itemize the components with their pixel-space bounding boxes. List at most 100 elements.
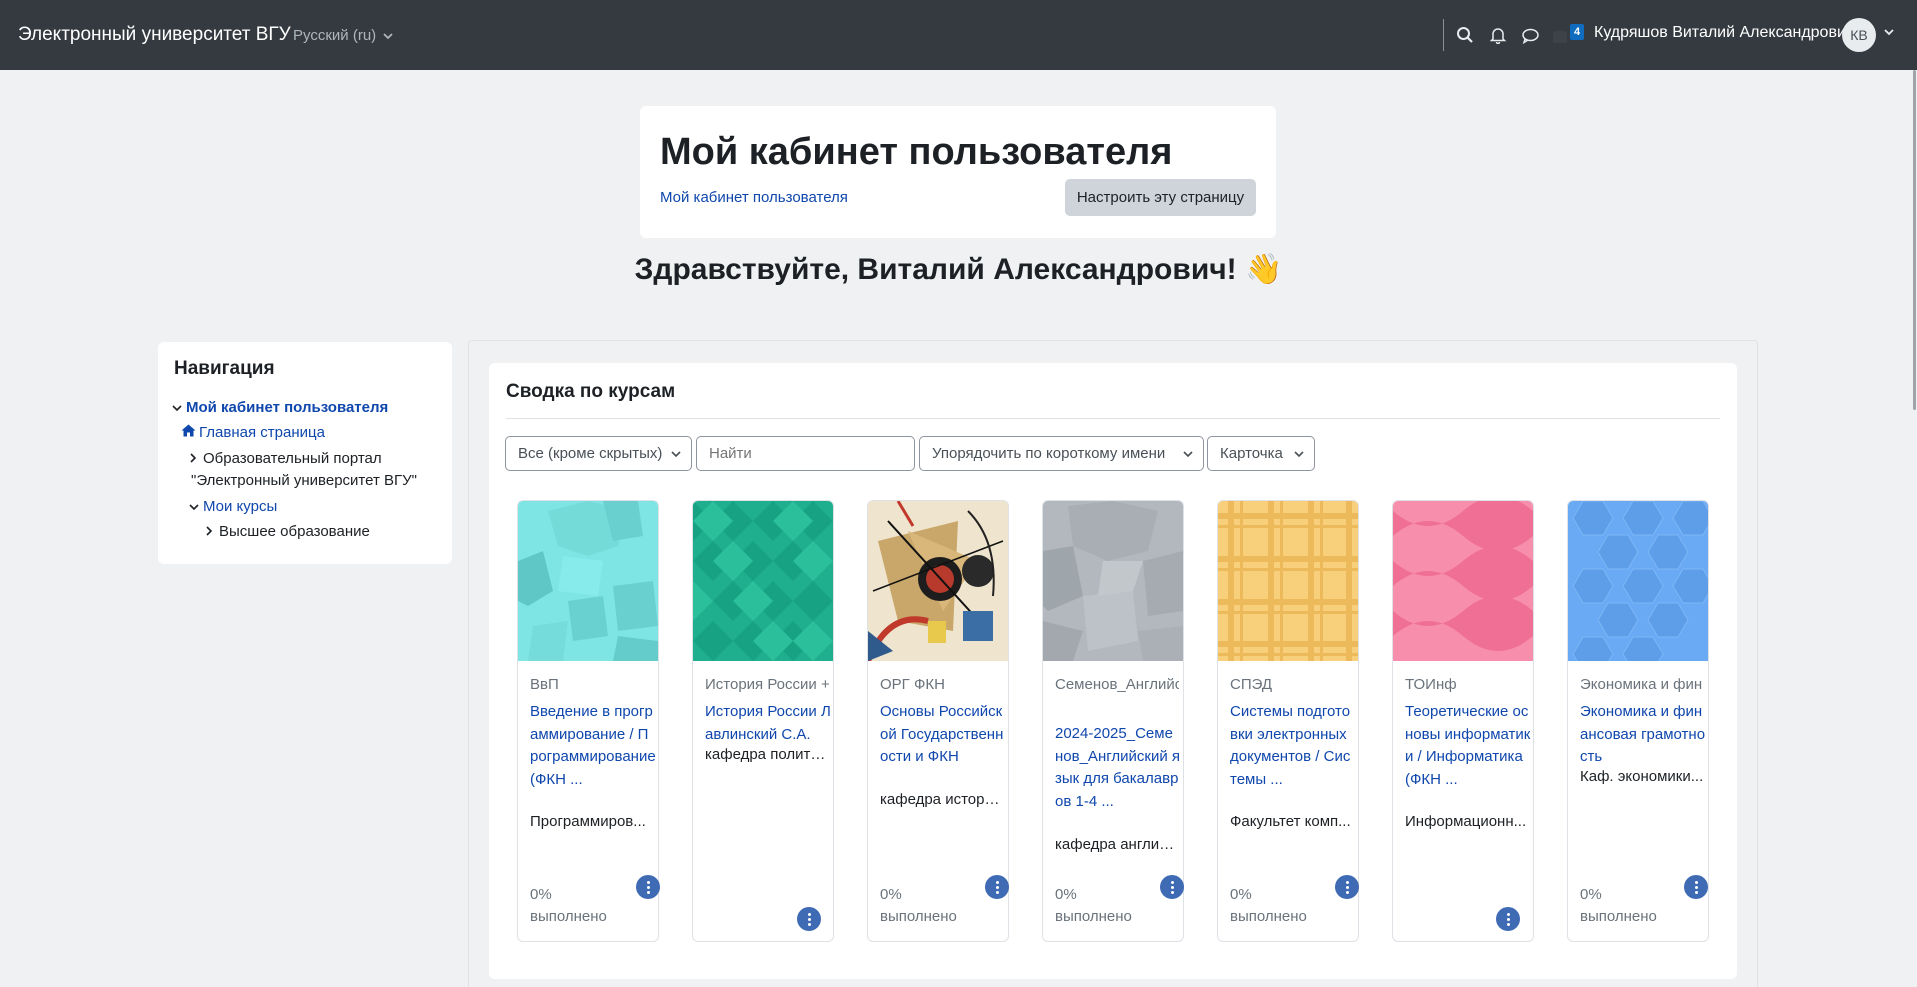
course-category: Семенов_Английс (1055, 676, 1179, 693)
nav-item-portal[interactable]: Образовательный портал (189, 450, 382, 467)
dropdown-label: Упорядочить по короткому имени (932, 445, 1166, 462)
course-image[interactable] (1043, 501, 1183, 661)
nav-item-label: Высшее образование (219, 523, 370, 540)
course-actions-menu-icon[interactable] (797, 907, 821, 931)
course-actions-menu-icon[interactable] (1496, 907, 1520, 931)
nav-item-label: Главная страница (199, 424, 325, 441)
site-brand[interactable]: Электронный университет ВГУ (18, 24, 291, 46)
nav-item-label: Образовательный портал (203, 450, 382, 467)
course-card[interactable]: ВвП Введение в программирование / Програ… (517, 500, 659, 942)
course-card[interactable]: ОРГ ФКН Основы Российской Государственно… (867, 500, 1009, 942)
course-department: кафедра англий... (1055, 836, 1179, 853)
course-progress-label: выполнено (880, 908, 957, 925)
avatar[interactable]: КВ (1842, 18, 1876, 52)
course-card[interactable]: История России + История России Лавлинск… (692, 500, 834, 942)
course-card[interactable]: Семенов_Английс 2024-2025_Семенов_Англий… (1042, 500, 1184, 942)
course-category: СПЭД (1230, 676, 1273, 693)
sort-dropdown[interactable]: Упорядочить по короткому имени (919, 436, 1204, 471)
greeting-heading: Здравствуйте, Виталий Александрович! 👋 (634, 253, 1283, 286)
course-overview-block: Сводка по курсам Все (кроме скрытых) Упо… (489, 363, 1737, 979)
course-category: ТОИнф (1405, 676, 1457, 693)
course-department: кафедра полити... (705, 746, 829, 763)
course-department: Факультет комп... (1230, 813, 1351, 830)
chevron-down-icon[interactable] (1884, 28, 1894, 36)
course-progress-percent: 0% (530, 886, 552, 903)
course-image[interactable] (1393, 501, 1533, 661)
course-category: ОРГ ФКН (880, 676, 945, 693)
user-name[interactable]: Кудряшов Виталий Александрович (1594, 24, 1854, 42)
nav-item-home[interactable]: Главная страница (181, 424, 325, 441)
chevron-down-icon (172, 401, 186, 415)
course-name-link[interactable]: 2024-2025_Семенов_Английский язык для ба… (1055, 723, 1181, 813)
breadcrumb[interactable]: Мой кабинет пользователя (660, 189, 848, 206)
chevron-down-icon (383, 33, 393, 40)
search-input[interactable] (696, 436, 915, 471)
chevron-down-icon (189, 500, 203, 514)
course-category: История России + (705, 676, 829, 693)
chevron-down-icon (671, 437, 681, 470)
course-progress-label: выполнено (1230, 908, 1307, 925)
course-image[interactable] (693, 501, 833, 661)
customise-page-button[interactable]: Настроить эту страницу (1065, 179, 1256, 216)
course-department: кафедра истори... (880, 791, 1004, 808)
course-name-link[interactable]: Теоретические основы информатики / Инфор… (1405, 701, 1531, 791)
search-icon[interactable] (1454, 24, 1476, 46)
message-count-badge: 4 (1570, 24, 1584, 40)
course-overview-title: Сводка по курсам (506, 381, 676, 402)
top-navbar: Электронный университет ВГУ Русский (ru)… (0, 0, 1917, 70)
course-actions-menu-icon[interactable] (1684, 875, 1708, 899)
page-title: Мой кабинет пользователя (660, 131, 1173, 173)
course-department: Программиров... (530, 813, 646, 830)
course-department: Каф. экономики... (1580, 768, 1704, 785)
chat-bubble-icon[interactable] (1519, 24, 1541, 46)
nav-item-my-courses[interactable]: Мои курсы (189, 498, 277, 515)
dropdown-label: Карточка (1220, 445, 1283, 462)
course-image[interactable] (1568, 501, 1708, 661)
course-actions-menu-icon[interactable] (1160, 875, 1184, 899)
course-actions-menu-icon[interactable] (985, 875, 1009, 899)
course-name-link[interactable]: История России Лавлинский С.А. (705, 701, 831, 746)
course-image[interactable] (1218, 501, 1358, 661)
course-progress-percent: 0% (1055, 886, 1077, 903)
course-progress-percent: 0% (880, 886, 902, 903)
scrollbar-thumb[interactable] (1913, 70, 1916, 410)
course-card[interactable]: СПЭД Системы подготовки электронных доку… (1217, 500, 1359, 942)
chevron-right-icon (205, 525, 219, 539)
nav-item-label: Мои курсы (203, 498, 278, 515)
course-name-link[interactable]: Основы Российской Государственности и ФК… (880, 701, 1006, 769)
course-name-link[interactable]: Системы подготовки электронных документо… (1230, 701, 1356, 791)
course-image[interactable] (518, 501, 658, 661)
grouping-filter-dropdown[interactable]: Все (кроме скрытых) (505, 436, 692, 471)
course-card[interactable]: ТОИнф Теоретические основы информатики /… (1392, 500, 1534, 942)
navbar-divider (1443, 19, 1444, 51)
divider (506, 418, 1720, 419)
course-category: ВвП (530, 676, 559, 693)
language-label: Русский (ru) (293, 27, 377, 44)
chevron-down-icon (1183, 437, 1193, 470)
home-icon (181, 424, 196, 437)
course-progress-label: выполнено (1055, 908, 1132, 925)
course-name-link[interactable]: Экономика и финансовая грамотность (1580, 701, 1706, 769)
course-progress-label: выполнено (530, 908, 607, 925)
course-progress-label: выполнено (1580, 908, 1657, 925)
nav-item-label: Мой кабинет пользователя (186, 399, 389, 416)
nav-item-portal-line2[interactable]: "Электронный университет ВГУ" (191, 472, 417, 489)
view-dropdown[interactable]: Карточка (1207, 436, 1315, 471)
course-department: Информационн... (1405, 813, 1527, 830)
nav-item-higher-education[interactable]: Высшее образование (205, 523, 370, 540)
navigation-title: Навигация (174, 358, 275, 379)
chevron-down-icon (1294, 437, 1304, 470)
course-actions-menu-icon[interactable] (636, 875, 660, 899)
course-actions-menu-icon[interactable] (1335, 875, 1359, 899)
nav-item-dashboard[interactable]: Мой кабинет пользователя (172, 399, 388, 416)
course-image[interactable] (868, 501, 1008, 661)
course-progress-percent: 0% (1230, 886, 1252, 903)
course-name-link[interactable]: Введение в программирование / Программир… (530, 701, 656, 791)
course-card[interactable]: Экономика и фин Экономика и финансовая г… (1567, 500, 1709, 942)
course-progress-percent: 0% (1580, 886, 1602, 903)
course-category: Экономика и фин (1580, 676, 1703, 693)
navigation-block: Навигация Мой кабинет пользователя Главн… (158, 342, 452, 564)
toggle-icon[interactable] (1553, 31, 1567, 43)
bell-icon[interactable] (1487, 24, 1509, 46)
language-menu[interactable]: Русский (ru) (293, 27, 393, 44)
